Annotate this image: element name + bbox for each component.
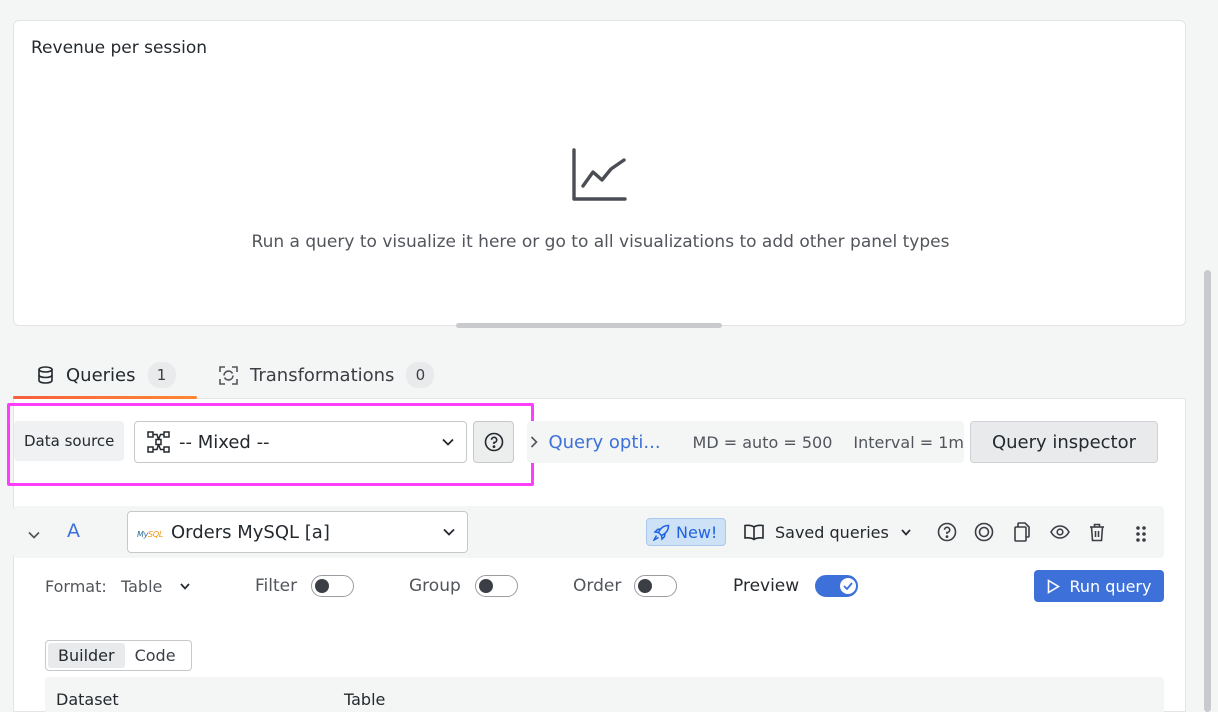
filter-switch[interactable] xyxy=(311,575,354,597)
tab-transformations-label: Transformations xyxy=(250,364,395,386)
query-datasource-value: Orders MySQL [a] xyxy=(171,521,330,543)
panel-title[interactable]: Revenue per session xyxy=(31,38,207,58)
dataset-column-label: Dataset xyxy=(56,690,119,709)
chevron-down-icon xyxy=(180,583,191,590)
highlight-box xyxy=(7,403,534,486)
preview-switch[interactable] xyxy=(815,575,858,597)
check-icon xyxy=(843,582,853,590)
new-badge-label: New! xyxy=(676,522,718,542)
tab-transformations[interactable]: Transformations 0 xyxy=(219,352,435,398)
max-data-points: MD = auto = 500 xyxy=(692,432,833,452)
order-label: Order xyxy=(573,576,622,596)
group-label: Group xyxy=(409,576,461,596)
format-select-value: Table xyxy=(121,577,163,596)
table-column-label: Table xyxy=(344,690,386,709)
switch-knob xyxy=(315,579,329,593)
tab-queries-count: 1 xyxy=(147,362,176,388)
saved-queries-dropdown[interactable]: Saved queries xyxy=(744,518,911,546)
mysql-logo-icon: MySQL xyxy=(137,529,163,539)
scrollbar-thumb[interactable] xyxy=(1204,270,1211,712)
trash-icon[interactable] xyxy=(1087,522,1107,542)
query-options-link[interactable]: Query opti... xyxy=(548,432,660,453)
eye-icon[interactable] xyxy=(1050,522,1070,542)
panel: Revenue per session Run a query to visua… xyxy=(13,20,1186,326)
preview-label: Preview xyxy=(733,576,800,596)
mode-builder[interactable]: Builder xyxy=(48,643,125,668)
switch-knob xyxy=(479,579,493,593)
query-help-icon[interactable] xyxy=(937,522,957,542)
rocket-icon xyxy=(653,524,670,541)
filter-label: Filter xyxy=(255,576,298,596)
line-chart-icon xyxy=(571,146,627,206)
editor-mode-toggle: Builder Code xyxy=(45,640,192,671)
new-feature-badge[interactable]: New! xyxy=(646,518,727,546)
query-options-bar[interactable]: Query opti... MD = auto = 500 Interval =… xyxy=(527,421,964,463)
database-icon xyxy=(37,366,54,384)
tab-queries-label: Queries xyxy=(66,364,136,386)
builder-header xyxy=(45,677,1164,712)
chevron-down-icon xyxy=(901,528,911,536)
play-icon xyxy=(1047,578,1060,594)
group-switch[interactable] xyxy=(475,575,518,597)
transform-icon xyxy=(219,365,238,385)
interval-value: Interval = 1m xyxy=(853,432,964,452)
drag-handle-icon[interactable] xyxy=(1131,524,1151,544)
collapse-query-chevron-icon[interactable] xyxy=(28,524,40,543)
order-switch[interactable] xyxy=(634,575,677,597)
run-query-label: Run query xyxy=(1069,576,1152,596)
duplicate-query-icon[interactable] xyxy=(1012,522,1032,542)
query-ref-id[interactable]: A xyxy=(67,520,80,542)
panel-resize-handle[interactable] xyxy=(456,323,722,328)
format-select[interactable]: Table xyxy=(121,577,191,596)
saved-queries-label: Saved queries xyxy=(775,522,889,542)
book-open-icon xyxy=(744,524,764,541)
format-label: Format: xyxy=(45,577,107,596)
query-history-icon[interactable] xyxy=(974,522,994,542)
chevron-down-icon xyxy=(443,528,455,536)
run-query-button[interactable]: Run query xyxy=(1034,570,1164,602)
tab-transformations-count: 0 xyxy=(406,362,435,388)
query-datasource-picker[interactable]: MySQL Orders MySQL [a] xyxy=(127,511,468,553)
switch-knob xyxy=(840,578,856,594)
chevron-right-icon xyxy=(527,436,540,448)
mode-code[interactable]: Code xyxy=(125,643,186,668)
empty-panel-message: Run a query to visualize it here or go t… xyxy=(251,232,950,252)
tab-queries[interactable]: Queries 1 xyxy=(37,352,176,398)
switch-knob xyxy=(638,579,652,593)
query-inspector-button[interactable]: Query inspector xyxy=(970,421,1158,463)
